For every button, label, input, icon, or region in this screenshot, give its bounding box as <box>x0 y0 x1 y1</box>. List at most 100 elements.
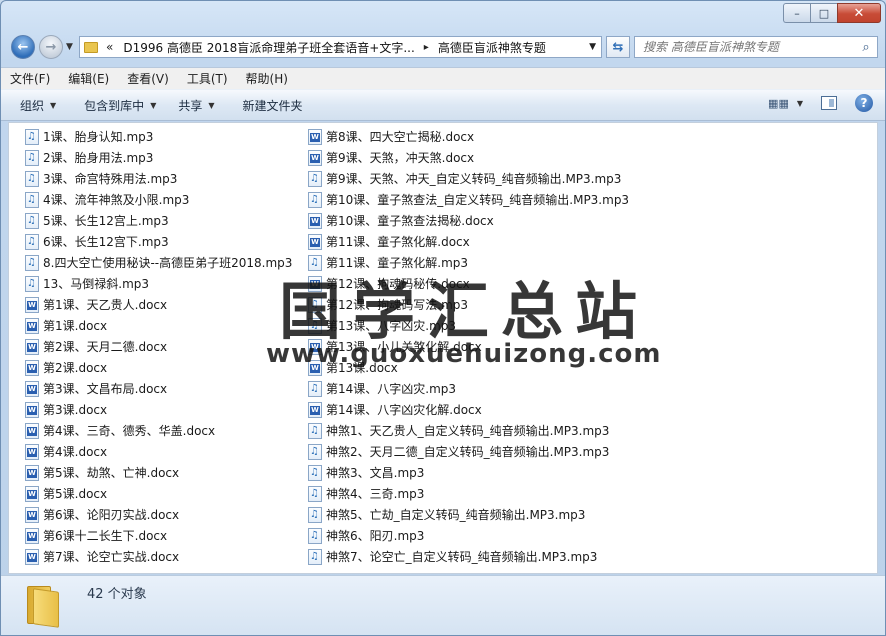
file-item[interactable]: 神煞1、天乙贵人_自定义转码_纯音频输出.MP3.mp3 <box>308 420 868 441</box>
file-name: 神煞7、论空亡_自定义转码_纯音频输出.MP3.mp3 <box>326 550 598 564</box>
chevron-down-icon: ▼ <box>50 100 57 110</box>
file-item[interactable]: 第9课、天煞、冲天_自定义转码_纯音频输出.MP3.mp3 <box>308 168 868 189</box>
file-item[interactable]: 第2课.docx <box>25 357 295 378</box>
chevron-down-icon: ▼ <box>796 98 803 108</box>
file-item[interactable]: 第5课、劫煞、亡神.docx <box>25 462 295 483</box>
minimize-button[interactable]: – <box>783 3 810 23</box>
file-item[interactable]: 第4课.docx <box>25 441 295 462</box>
file-name: 第4课、三奇、德秀、华盖.docx <box>43 424 216 438</box>
file-name: 第3课.docx <box>43 403 108 417</box>
refresh-icon: ⇆ <box>612 39 624 55</box>
search-input[interactable] <box>635 39 855 55</box>
preview-pane-button[interactable] <box>821 96 837 110</box>
breadcrumb-separator[interactable]: ▸ <box>424 42 429 53</box>
file-name: 第7课、论空亡实战.docx <box>43 550 180 564</box>
chevron-down-icon: ▼ <box>150 100 157 110</box>
file-item[interactable]: 神煞4、三奇.mp3 <box>308 483 868 504</box>
change-view-button[interactable]: ▦▦ ▼ <box>768 97 803 110</box>
file-item[interactable]: 第1课、天乙贵人.docx <box>25 294 295 315</box>
organize-button[interactable]: 组织 ▼ <box>1 97 67 114</box>
breadcrumb-segment-current[interactable]: 高德臣盲派神煞专题 <box>438 39 546 56</box>
forward-button[interactable]: → <box>39 35 63 59</box>
file-item[interactable]: 第10课、童子煞查法_自定义转码_纯音频输出.MP3.mp3 <box>308 189 868 210</box>
file-column-1: 1课、胎身认知.mp3 2课、胎身用法.mp3 3课、命宫特殊用法.mp3 4课、流年… <box>25 126 295 567</box>
word-document-icon <box>25 422 39 439</box>
file-item[interactable]: 第5课.docx <box>25 483 295 504</box>
organize-label: 组织 <box>20 98 45 113</box>
file-item[interactable]: 3课、命宫特殊用法.mp3 <box>25 168 295 189</box>
file-item[interactable]: 1课、胎身认知.mp3 <box>25 126 295 147</box>
menu-help[interactable]: 帮助(H) <box>237 70 297 87</box>
address-bar[interactable]: « D1996 高德臣 2018盲派命理弟子班全套语音+文字... ▸ 高德臣盲… <box>79 36 602 58</box>
search-icon[interactable]: ⌕ <box>855 40 877 55</box>
audio-file-icon <box>308 170 322 187</box>
menu-bar: 文件(F) 编辑(E) 查看(V) 工具(T) 帮助(H) <box>1 67 885 89</box>
file-item[interactable]: 第7课、论空亡实战.docx <box>25 546 295 567</box>
file-item[interactable]: 第6课十二长生下.docx <box>25 525 295 546</box>
file-item[interactable]: 第14课、八字凶灾化解.docx <box>308 399 868 420</box>
file-item[interactable]: 13、马倒禄斜.mp3 <box>25 273 295 294</box>
new-folder-button[interactable]: 新建文件夹 <box>232 97 314 114</box>
file-item[interactable]: 4课、流年神煞及小限.mp3 <box>25 189 295 210</box>
file-item[interactable]: 第9课、天煞，冲天煞.docx <box>308 147 868 168</box>
audio-file-icon <box>308 548 322 565</box>
file-name: 神煞5、亡劫_自定义转码_纯音频输出.MP3.mp3 <box>326 508 586 522</box>
menu-edit[interactable]: 编辑(E) <box>59 70 118 87</box>
menu-view[interactable]: 查看(V) <box>118 70 178 87</box>
file-item[interactable]: 第3课.docx <box>25 399 295 420</box>
file-name: 神煞3、文昌.mp3 <box>326 466 425 480</box>
breadcrumb-segment[interactable]: D1996 高德臣 2018盲派命理弟子班全套语音+文字... <box>123 39 414 56</box>
file-item[interactable]: 神煞5、亡劫_自定义转码_纯音频输出.MP3.mp3 <box>308 504 868 525</box>
help-button[interactable]: ? <box>855 94 873 112</box>
address-overflow-chevron[interactable]: « <box>106 40 113 54</box>
file-item[interactable]: 神煞6、阳刃.mp3 <box>308 525 868 546</box>
file-name: 第2课.docx <box>43 361 108 375</box>
file-name: 3课、命宫特殊用法.mp3 <box>43 172 178 186</box>
file-item[interactable]: 第4课、三奇、德秀、华盖.docx <box>25 420 295 441</box>
view-controls: ▦▦ ▼ ? <box>768 94 873 112</box>
watermark-title: 国学汇总站 <box>279 275 650 348</box>
close-button[interactable]: ✕ <box>837 3 881 23</box>
arrow-left-icon: ← <box>17 39 29 55</box>
maximize-button[interactable]: □ <box>810 3 837 23</box>
file-item[interactable]: 神煞2、天月二德_自定义转码_纯音频输出.MP3.mp3 <box>308 441 868 462</box>
share-button[interactable]: 共享 ▼ <box>167 97 225 114</box>
file-name: 第5课、劫煞、亡神.docx <box>43 466 180 480</box>
file-name: 第3课、文昌布局.docx <box>43 382 168 396</box>
file-item[interactable]: 8.四大空亡使用秘诀--高德臣弟子班2018.mp3 <box>25 252 295 273</box>
word-document-icon <box>25 359 39 376</box>
chevron-down-icon: ▼ <box>208 100 215 110</box>
file-item[interactable]: 第8课、四大空亡揭秘.docx <box>308 126 868 147</box>
include-in-library-button[interactable]: 包含到库中 ▼ <box>73 97 167 114</box>
menu-tools[interactable]: 工具(T) <box>178 70 237 87</box>
file-item[interactable]: 6课、长生12宫下.mp3 <box>25 231 295 252</box>
file-name: 第10课、童子煞查法揭秘.docx <box>326 214 494 228</box>
menu-file[interactable]: 文件(F) <box>1 70 59 87</box>
file-item[interactable]: 第11课、童子煞化解.docx <box>308 231 868 252</box>
file-item[interactable]: 第2课、天月二德.docx <box>25 336 295 357</box>
recent-pages-dropdown[interactable]: ▼ <box>66 42 73 52</box>
audio-file-icon <box>308 527 322 544</box>
file-name: 神煞6、阳刃.mp3 <box>326 529 425 543</box>
file-name: 第10课、童子煞查法_自定义转码_纯音频输出.MP3.mp3 <box>326 193 630 207</box>
file-name: 5课、长生12宫上.mp3 <box>43 214 169 228</box>
file-item[interactable]: 2课、胎身用法.mp3 <box>25 147 295 168</box>
file-item[interactable]: 神煞7、论空亡_自定义转码_纯音频输出.MP3.mp3 <box>308 546 868 567</box>
search-box: ⌕ <box>634 36 878 58</box>
file-item[interactable]: 第14课、八字凶灾.mp3 <box>308 378 868 399</box>
file-item[interactable]: 神煞3、文昌.mp3 <box>308 462 868 483</box>
back-button[interactable]: ← <box>11 35 35 59</box>
file-name: 第6课十二长生下.docx <box>43 529 168 543</box>
file-name: 6课、长生12宫下.mp3 <box>43 235 169 249</box>
file-item[interactable]: 第3课、文昌布局.docx <box>25 378 295 399</box>
audio-file-icon <box>25 212 39 229</box>
word-document-icon <box>308 128 322 145</box>
file-item[interactable]: 第1课.docx <box>25 315 295 336</box>
watermark-url: www.guoxuehuizong.com <box>266 339 662 369</box>
file-item[interactable]: 5课、长生12宫上.mp3 <box>25 210 295 231</box>
file-item[interactable]: 第10课、童子煞查法揭秘.docx <box>308 210 868 231</box>
file-name: 第6课、论阳刃实战.docx <box>43 508 180 522</box>
address-dropdown-icon[interactable]: ▼ <box>589 42 596 52</box>
refresh-button[interactable]: ⇆ <box>606 36 630 58</box>
file-item[interactable]: 第6课、论阳刃实战.docx <box>25 504 295 525</box>
